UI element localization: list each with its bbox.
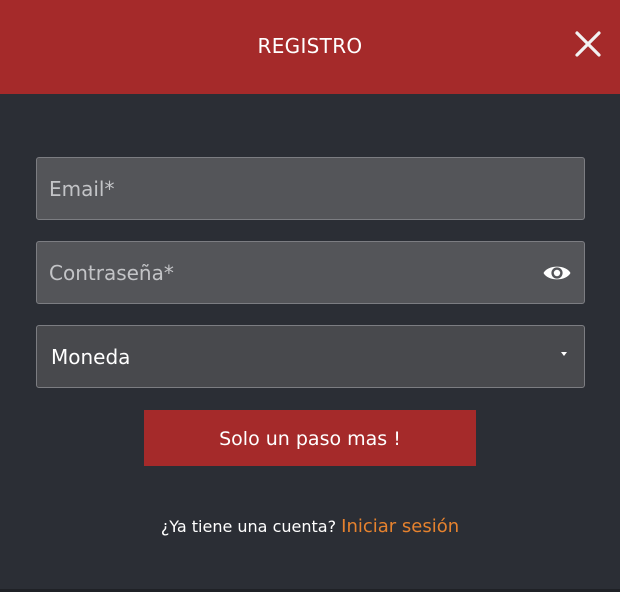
close-icon (575, 31, 601, 57)
submit-button[interactable]: Solo un paso mas ! (144, 410, 476, 466)
email-field[interactable] (36, 157, 585, 220)
login-prompt-text: ¿Ya tiene una cuenta? (160, 517, 337, 536)
caret-down-icon (559, 351, 569, 357)
login-prompt-line: ¿Ya tiene una cuenta? Iniciar sesión (0, 512, 620, 542)
currency-select[interactable]: Moneda (36, 325, 585, 388)
modal-title: REGISTRO (257, 34, 363, 58)
show-password-button[interactable] (542, 258, 572, 288)
close-button[interactable] (568, 24, 608, 64)
password-input[interactable] (49, 242, 529, 303)
password-field[interactable] (36, 241, 585, 304)
email-input[interactable] (49, 158, 529, 219)
eye-icon (543, 266, 571, 280)
login-link[interactable]: Iniciar sesión (341, 516, 459, 537)
currency-selected-value: Moneda (51, 345, 131, 369)
registration-modal: REGISTRO Moneda Solo un paso mas (0, 0, 620, 592)
modal-header: REGISTRO (0, 0, 620, 94)
